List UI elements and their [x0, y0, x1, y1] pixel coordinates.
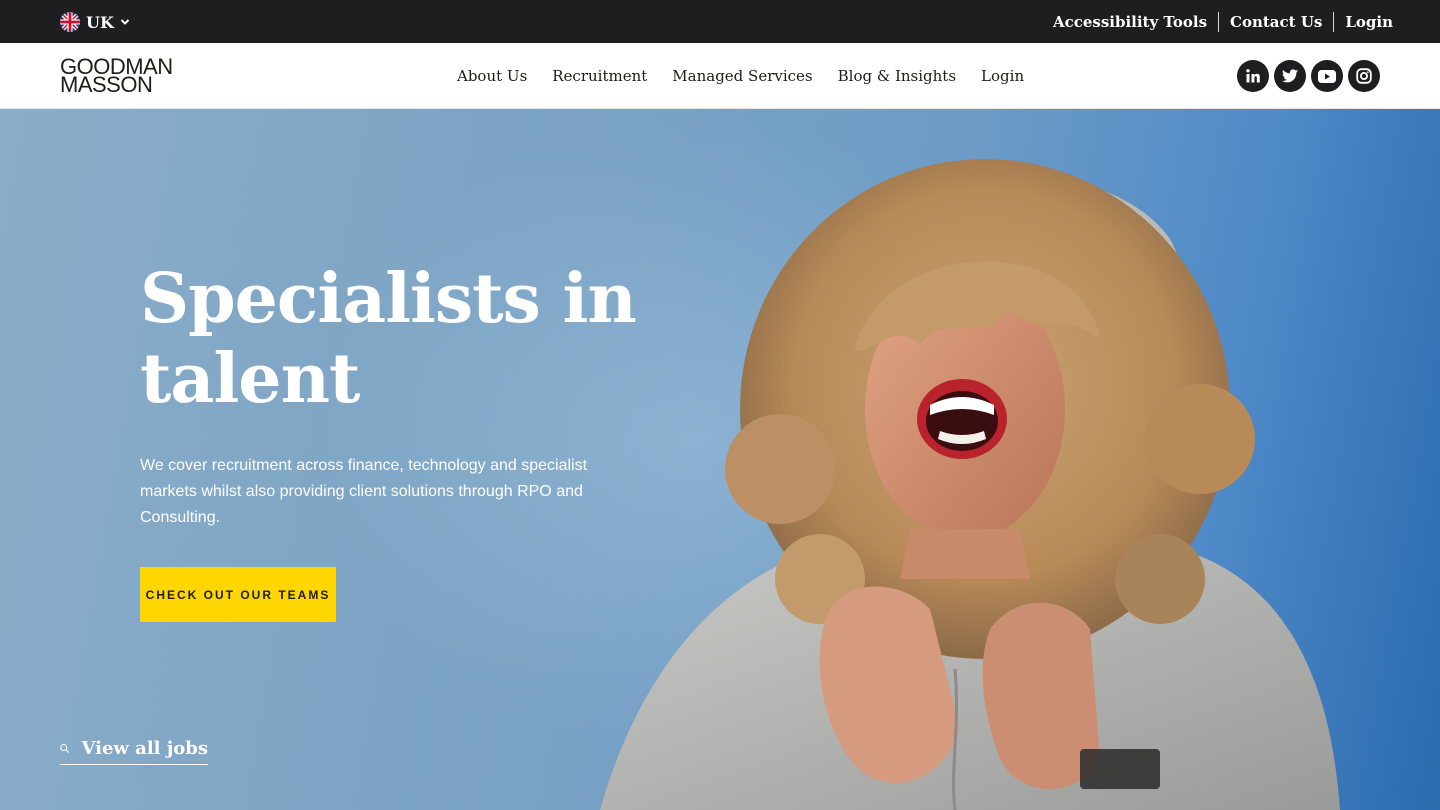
nav-item-recruitment[interactable]: Recruitment [552, 67, 647, 85]
main-nav: About Us Recruitment Managed Services Bl… [457, 43, 1024, 109]
chevron-down-icon [120, 19, 130, 25]
region-selector[interactable]: UK [60, 11, 130, 33]
topbar-login-link[interactable]: Login [1334, 12, 1393, 32]
nav-item-about-us[interactable]: About Us [457, 67, 527, 85]
view-all-jobs-label: View all jobs [81, 738, 208, 759]
site-header: GOODMAN MASSON About Us Recruitment Mana… [0, 43, 1440, 109]
youtube-icon[interactable] [1311, 60, 1343, 92]
contact-us-link[interactable]: Contact Us [1219, 12, 1333, 32]
hero-title: Specialists in talent [140, 259, 637, 419]
accessibility-tools-link[interactable]: Accessibility Tools [1042, 12, 1218, 32]
nav-item-managed-services[interactable]: Managed Services [672, 67, 812, 85]
twitter-icon[interactable] [1274, 60, 1306, 92]
view-all-jobs-link[interactable]: View all jobs [60, 733, 208, 765]
linkedin-icon[interactable] [1237, 60, 1269, 92]
hero-section: Specialists in talent We cover recruitme… [0, 109, 1440, 810]
hero-description: We cover recruitment across finance, tec… [140, 457, 588, 526]
nav-item-login[interactable]: Login [981, 67, 1024, 85]
instagram-icon[interactable] [1348, 60, 1380, 92]
region-label: UK [86, 12, 114, 32]
social-links [1237, 60, 1380, 92]
utility-links: Accessibility Tools Contact Us Login [1042, 0, 1393, 43]
search-icon [60, 744, 70, 754]
uk-flag-icon [60, 12, 80, 32]
site-logo[interactable]: GOODMAN MASSON [60, 56, 190, 96]
nav-item-blog-insights[interactable]: Blog & Insights [838, 67, 956, 85]
check-out-our-teams-button[interactable]: CHECK OUT OUR TEAMS [140, 567, 336, 622]
utility-bar: UK Accessibility Tools Contact Us Login [0, 0, 1440, 43]
